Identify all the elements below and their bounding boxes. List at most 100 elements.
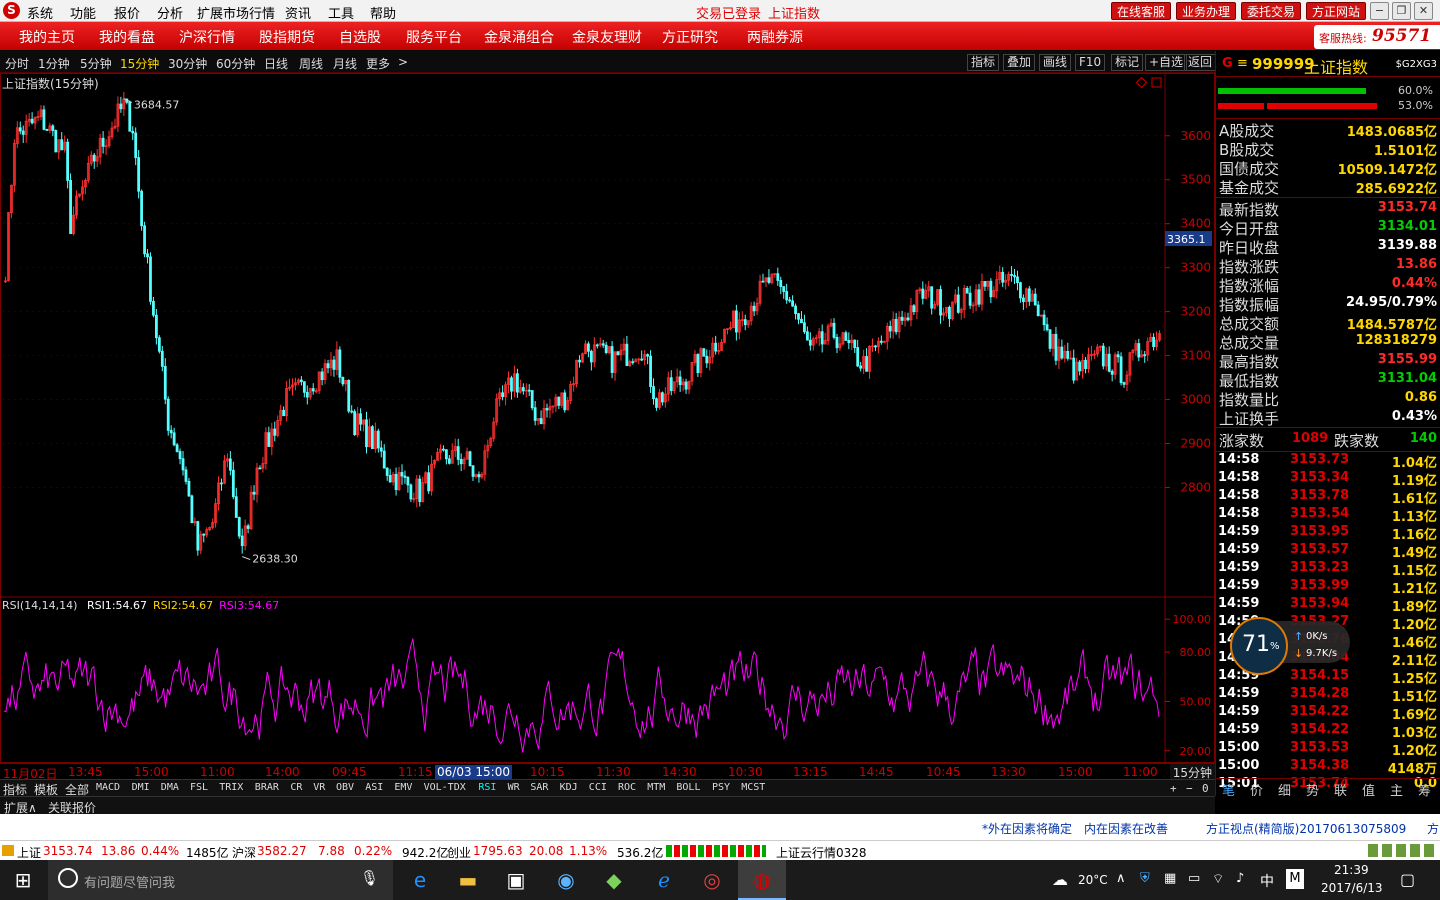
windows-start-icon[interactable]: ⊞ (8, 866, 38, 894)
news-4[interactable]: 方 (1427, 820, 1439, 837)
quote-tab[interactable]: 筹 (1418, 780, 1431, 799)
more-arrow-icon[interactable]: > (398, 55, 408, 69)
menu-item[interactable]: 功能 (70, 3, 96, 22)
quote-tab[interactable]: 联 (1334, 780, 1347, 799)
indicator-tab[interactable]: BOLL (676, 782, 700, 793)
clock-time[interactable]: 21:39 (1334, 863, 1369, 877)
quote-tab[interactable]: 价 (1250, 780, 1263, 799)
menu-item[interactable]: 帮助 (370, 3, 396, 22)
indicator-tab[interactable]: TRIX (219, 782, 243, 793)
menu-item[interactable]: 资讯 (285, 3, 311, 22)
active-app-slot[interactable]: ◍ (738, 860, 786, 900)
period-tab[interactable]: 分时 (5, 55, 29, 72)
indicator-tab[interactable]: OBV (336, 782, 354, 793)
top-button[interactable]: 委托交易 (1241, 2, 1301, 20)
tool-button[interactable]: 返回 (1184, 54, 1217, 71)
shield-icon[interactable]: ⛨ (1140, 871, 1150, 886)
tool-button[interactable]: +自选 (1145, 54, 1188, 71)
top-button[interactable]: 在线客服 (1111, 2, 1171, 20)
indicator-tab[interactable]: MTM (647, 782, 665, 793)
indicator-tab[interactable]: VR (313, 782, 325, 793)
period-tab[interactable]: 60分钟 (216, 55, 255, 72)
battery-icon[interactable]: ▭ (1188, 871, 1200, 886)
chart-svg[interactable]: 3600 3500 3400 3300 3200 3100 3000 2900 2800 3684… (0, 73, 1215, 763)
tool-button[interactable]: 指标 (967, 54, 1000, 71)
quote-tab[interactable]: 势 (1306, 780, 1319, 799)
volume-icon[interactable]: ♪ (1236, 871, 1244, 886)
ime-mode[interactable]: M (1286, 869, 1304, 889)
nav-item[interactable]: 自选股 (339, 27, 381, 47)
indicator-tab[interactable]: MACD (96, 782, 120, 793)
news-2[interactable]: 内在因素在改善 (1084, 820, 1168, 837)
indicator-control-button[interactable]: 0 (1202, 782, 1209, 795)
period-tab[interactable]: 5分钟 (80, 55, 112, 72)
nav-item[interactable]: 金泉友理财 (572, 27, 642, 47)
menu-item[interactable]: 报价 (114, 3, 140, 22)
microphone-icon[interactable]: 🎙 (360, 869, 379, 887)
indicator-tab[interactable]: ASI (365, 782, 383, 793)
period-tab[interactable]: 更多 (366, 55, 390, 72)
restore-icon[interactable]: ❐ (1392, 2, 1411, 20)
quote-tab[interactable]: 笔 (1222, 780, 1235, 799)
period-tab[interactable]: 周线 (299, 55, 323, 72)
nav-item[interactable]: 我的看盘 (99, 27, 155, 47)
file-explorer-icon[interactable]: ▬ (453, 866, 483, 894)
menu-item[interactable]: 分析 (157, 3, 183, 22)
indicator-tab[interactable]: KDJ (560, 782, 578, 793)
indicator-tab[interactable]: RSI (478, 782, 496, 793)
indicator-tab[interactable]: ROC (618, 782, 636, 793)
nav-item[interactable]: 两融券源 (747, 27, 803, 47)
wifi-icon[interactable]: ⌔ (1212, 871, 1224, 887)
network-widget[interactable]: 71 % ↑ 0K/s ↓ 9.7K/s (1230, 617, 1350, 675)
indicator-tab[interactable]: FSL (190, 782, 208, 793)
nav-item[interactable]: 沪深行情 (179, 27, 235, 47)
search-box[interactable]: 有问题尽管问我 🎙 (48, 860, 393, 900)
period-tab[interactable]: 15分钟 (120, 55, 159, 72)
tool-button[interactable]: 画线 (1039, 54, 1072, 71)
menu-item[interactable]: 工具 (328, 3, 354, 22)
app-icon-1[interactable]: ◆ (599, 866, 629, 894)
indicator-tab[interactable]: BRAR (255, 782, 279, 793)
minimize-icon[interactable]: − (1370, 2, 1389, 20)
quote-tab[interactable]: 主 (1390, 780, 1403, 799)
nav-item[interactable]: 股指期货 (259, 27, 315, 47)
close-icon[interactable]: ✕ (1414, 2, 1433, 20)
period-tab[interactable]: 30分钟 (168, 55, 207, 72)
period-tab[interactable]: 月线 (333, 55, 357, 72)
indicator-tab[interactable]: CCI (589, 782, 607, 793)
indicator-tab[interactable]: MCST (741, 782, 765, 793)
chart-area[interactable]: 3600 3500 3400 3300 3200 3100 3000 2900 2800 3684… (0, 73, 1215, 763)
ime-indicator[interactable]: 中 (1260, 871, 1274, 891)
quote-tab[interactable]: 细 (1278, 780, 1291, 799)
indicator-tab[interactable]: DMI (132, 782, 150, 793)
chrome-icon[interactable]: ◎ (697, 866, 727, 894)
indicator-tab[interactable]: EMV (394, 782, 412, 793)
nav-item[interactable]: 金泉涌组合 (484, 27, 554, 47)
indicator-tab[interactable]: PSY (712, 782, 730, 793)
store-icon[interactable]: ▣ (501, 866, 531, 894)
indicator-tab[interactable]: WR (508, 782, 520, 793)
top-button[interactable]: 方正网站 (1306, 2, 1366, 20)
quote-tab[interactable]: 值 (1362, 780, 1375, 799)
news-3[interactable]: 方正视点(精简版)20170613075809 (1206, 820, 1406, 837)
top-button[interactable]: 业务办理 (1176, 2, 1236, 20)
network-tray-icon[interactable]: ▦ (1164, 871, 1176, 886)
ie-browser-icon[interactable]: ℯ (649, 866, 679, 894)
indicator-tab[interactable]: SAR (530, 782, 548, 793)
tray-up-icon[interactable]: ∧ (1116, 871, 1126, 886)
period-tab[interactable]: 日线 (264, 55, 288, 72)
menu-icon[interactable]: ≡ (1237, 56, 1248, 71)
nav-item[interactable]: 方正研究 (662, 27, 718, 47)
indicator-tab[interactable]: VOL-TDX (424, 782, 466, 793)
clock-date[interactable]: 2017/6/13 (1321, 881, 1383, 895)
browser-icon[interactable]: ◉ (551, 866, 581, 894)
notification-icon[interactable]: ▢ (1400, 870, 1415, 889)
period-tab[interactable]: 1分钟 (38, 55, 70, 72)
edge-browser-icon[interactable]: e (405, 866, 435, 894)
indicator-control-button[interactable]: + (1170, 782, 1177, 795)
menu-item[interactable]: 扩展市场行情 (197, 3, 275, 22)
menu-item[interactable]: 系统 (27, 3, 53, 22)
tool-button[interactable]: 叠加 (1003, 54, 1036, 71)
indicator-tab[interactable]: CR (290, 782, 302, 793)
nav-item[interactable]: 服务平台 (406, 27, 462, 47)
